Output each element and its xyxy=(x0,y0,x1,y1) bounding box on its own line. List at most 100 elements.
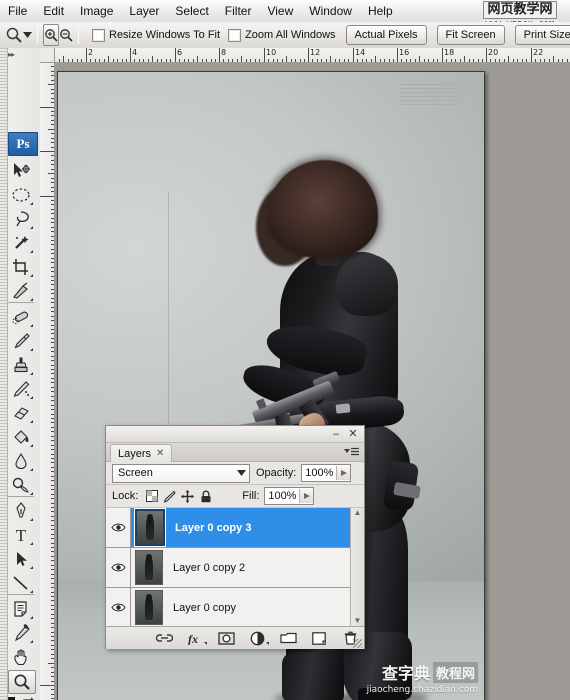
link-layers-icon[interactable] xyxy=(155,630,173,647)
tab-close-icon[interactable]: ✕ xyxy=(156,448,164,459)
type-submenu-triangle[interactable] xyxy=(30,542,33,545)
opacity-slider-arrow-icon[interactable] xyxy=(336,466,351,480)
lock-all-icon[interactable] xyxy=(198,489,213,504)
menu-item-file[interactable]: File xyxy=(0,2,35,20)
layer-row-2[interactable]: Layer 0 copy xyxy=(106,588,364,626)
resize-windows-checkbox-box[interactable] xyxy=(92,28,105,42)
zoom-all-windows-checkbox[interactable]: Zoom All Windows xyxy=(228,28,336,42)
lasso-submenu-triangle[interactable] xyxy=(30,226,33,229)
fill-slider-arrow-icon[interactable] xyxy=(299,489,314,503)
layer-row-1[interactable]: Layer 0 copy 2 xyxy=(106,548,364,588)
move-tool[interactable] xyxy=(8,160,34,182)
scroll-down-arrow-icon[interactable]: ▼ xyxy=(354,616,362,626)
layer-thumbnail-2[interactable] xyxy=(135,590,163,625)
layer-list[interactable]: Layer 0 copy 3 Layer 0 copy 2 Layer 0 co… xyxy=(106,508,364,627)
pen-tool[interactable] xyxy=(8,500,34,522)
brush-submenu-triangle[interactable] xyxy=(30,348,33,351)
layer-thumbnail-1[interactable] xyxy=(135,550,163,585)
zoom-tool[interactable] xyxy=(8,670,36,694)
fit-screen-button[interactable]: Fit Screen xyxy=(436,25,505,45)
paint-bucket-tool[interactable] xyxy=(8,426,34,448)
menu-item-select[interactable]: Select xyxy=(167,2,216,20)
zoom-in-icon[interactable] xyxy=(43,24,59,46)
actual-pixels-button[interactable]: Actual Pixels xyxy=(345,25,427,45)
lasso-tool[interactable] xyxy=(8,208,34,230)
print-size-button[interactable]: Print Size xyxy=(514,25,570,45)
opacity-value[interactable]: 100% xyxy=(302,467,336,479)
path-selection-submenu-triangle[interactable] xyxy=(30,566,33,569)
menu-item-layer[interactable]: Layer xyxy=(121,2,167,20)
type-tool[interactable]: T xyxy=(8,524,34,546)
opacity-field[interactable]: 100% xyxy=(301,464,352,482)
lock-position-icon[interactable] xyxy=(180,489,195,504)
layer-name-2[interactable]: Layer 0 copy xyxy=(173,602,236,614)
layer-style-fx-icon[interactable]: fx xyxy=(187,630,207,647)
dodge-tool[interactable] xyxy=(8,474,34,496)
clone-stamp-tool[interactable] xyxy=(8,354,34,376)
menu-item-filter[interactable]: Filter xyxy=(217,2,260,20)
layers-panel[interactable]: – ✕ Layers ✕ Screen Opacity: 100% Lock: … xyxy=(105,425,365,649)
history-brush-tool[interactable] xyxy=(8,378,34,400)
layers-panel-titlebar[interactable]: – ✕ xyxy=(106,426,364,443)
tools-panel-collapse-icon[interactable]: ▸▸ xyxy=(8,50,15,59)
fill-value[interactable]: 100% xyxy=(265,490,299,502)
new-layer-icon[interactable] xyxy=(311,630,328,647)
eye-icon[interactable] xyxy=(110,562,126,573)
eyedropper-submenu-triangle[interactable] xyxy=(30,640,33,643)
default-colors-icon[interactable] xyxy=(8,696,20,700)
add-layer-mask-icon[interactable] xyxy=(217,630,235,647)
menu-item-window[interactable]: Window xyxy=(301,2,360,20)
brush-tool[interactable] xyxy=(8,330,34,352)
layer-row-0[interactable]: Layer 0 copy 3 xyxy=(106,508,364,548)
pen-submenu-triangle[interactable] xyxy=(30,518,33,521)
elliptical-marquee-submenu-triangle[interactable] xyxy=(30,202,33,205)
chevron-down-icon[interactable] xyxy=(237,470,246,476)
minimize-icon[interactable]: – xyxy=(330,428,342,440)
eraser-tool[interactable] xyxy=(8,402,34,424)
line-tool[interactable] xyxy=(8,572,34,594)
panel-resize-grip[interactable] xyxy=(353,639,362,648)
crop-submenu-triangle[interactable] xyxy=(30,274,33,277)
eyedropper-tool[interactable] xyxy=(8,622,34,644)
scroll-up-arrow-icon[interactable]: ▲ xyxy=(354,508,362,518)
adjustment-submenu-triangle[interactable] xyxy=(265,641,269,645)
elliptical-marquee-tool[interactable] xyxy=(8,184,34,206)
slice-submenu-triangle[interactable] xyxy=(30,298,33,301)
hand-tool[interactable] xyxy=(8,646,34,668)
healing-brush-tool[interactable] xyxy=(8,306,34,328)
fill-field[interactable]: 100% xyxy=(264,487,315,505)
path-selection-tool[interactable] xyxy=(8,548,34,570)
blur-tool[interactable] xyxy=(8,450,34,472)
crop-tool[interactable] xyxy=(8,256,34,278)
tool-preset-chevron-down-icon[interactable] xyxy=(23,24,32,46)
notes-submenu-triangle[interactable] xyxy=(30,616,33,619)
paint-bucket-submenu-triangle[interactable] xyxy=(30,444,33,447)
eye-icon[interactable] xyxy=(110,522,126,533)
magic-wand-tool[interactable] xyxy=(8,232,34,254)
menu-item-image[interactable]: Image xyxy=(72,2,121,20)
line-submenu-triangle[interactable] xyxy=(30,590,33,593)
close-icon[interactable]: ✕ xyxy=(347,428,359,440)
eraser-submenu-triangle[interactable] xyxy=(30,420,33,423)
layer-name-0[interactable]: Layer 0 copy 3 xyxy=(175,522,251,534)
magic-wand-submenu-triangle[interactable] xyxy=(30,250,33,253)
layer-visibility-toggle-1[interactable] xyxy=(106,548,131,587)
slice-tool[interactable] xyxy=(8,280,34,302)
zoom-all-windows-checkbox-box[interactable] xyxy=(228,28,242,42)
lock-image-pixels-icon[interactable] xyxy=(162,489,177,504)
layer-visibility-toggle-2[interactable] xyxy=(106,588,131,626)
notes-tool[interactable] xyxy=(8,598,34,620)
menu-item-view[interactable]: View xyxy=(259,2,301,20)
swap-colors-icon[interactable] xyxy=(22,697,34,700)
resize-windows-to-fit-checkbox[interactable]: Resize Windows To Fit xyxy=(92,28,220,42)
new-adjustment-layer-icon[interactable] xyxy=(249,630,269,647)
fx-submenu-triangle[interactable] xyxy=(203,641,207,645)
clone-stamp-submenu-triangle[interactable] xyxy=(30,372,33,375)
lock-transparent-pixels-icon[interactable] xyxy=(144,489,159,504)
menu-item-help[interactable]: Help xyxy=(360,2,401,20)
layer-name-1[interactable]: Layer 0 copy 2 xyxy=(173,562,245,574)
tab-layers[interactable]: Layers ✕ xyxy=(110,444,173,462)
new-group-icon[interactable] xyxy=(279,630,297,647)
panel-menu-icon[interactable] xyxy=(344,445,360,458)
healing-brush-submenu-triangle[interactable] xyxy=(30,324,33,327)
